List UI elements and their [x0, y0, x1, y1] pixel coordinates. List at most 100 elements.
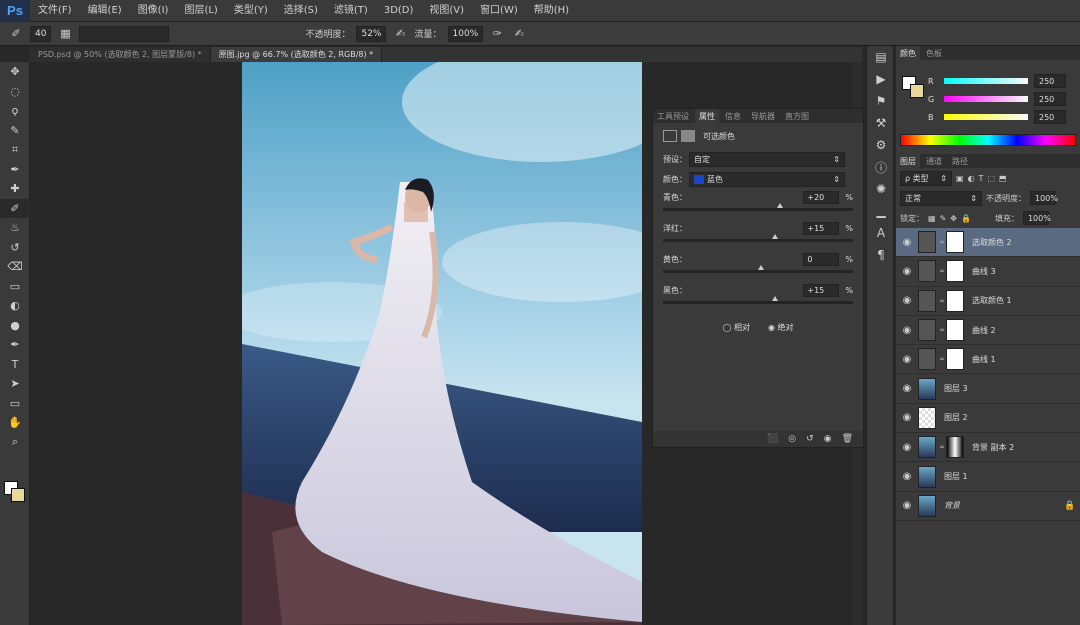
- slider-value-field[interactable]: +20: [803, 190, 840, 204]
- g-slider[interactable]: [944, 96, 1028, 102]
- tab-properties[interactable]: 属性: [695, 109, 719, 123]
- zoom-field[interactable]: 52%: [356, 25, 387, 42]
- visibility-eye-icon[interactable]: ◉: [896, 471, 918, 482]
- zoom-tool-icon[interactable]: ⌕: [0, 433, 30, 453]
- history-icon[interactable]: ▤: [867, 46, 895, 68]
- b-slider[interactable]: [944, 114, 1028, 120]
- move-tool-icon[interactable]: ✥: [0, 62, 30, 82]
- dodge-tool-icon[interactable]: ●: [0, 316, 30, 336]
- layer-row[interactable]: ◉ 图层 1: [896, 462, 1080, 492]
- tab-psd[interactable]: PSD.psd @ 50% (选取颜色 2, 图层蒙版/8) *: [30, 47, 211, 62]
- slider-value-field[interactable]: +15: [803, 221, 840, 235]
- clip-icon[interactable]: ⬛: [767, 434, 778, 444]
- filter-smart-icon[interactable]: ⬒: [999, 174, 1007, 183]
- layer-row[interactable]: ◉ 图层 2: [896, 404, 1080, 434]
- flow-field[interactable]: 100%: [447, 25, 484, 42]
- slider-thumb[interactable]: [777, 203, 783, 208]
- blend-dropdown[interactable]: 正常 ⇕: [900, 190, 982, 206]
- menu-image[interactable]: 图像(I): [130, 0, 177, 22]
- filter-adjust-icon[interactable]: ◐: [968, 174, 975, 183]
- r-slider[interactable]: [944, 78, 1028, 84]
- layer-row[interactable]: ◉ ∞ 选取颜色 1: [896, 287, 1080, 316]
- paragraph-icon[interactable]: ¶: [867, 244, 895, 266]
- blur-tool-icon[interactable]: ◐: [0, 296, 30, 316]
- visibility-eye-icon[interactable]: ◉: [896, 500, 918, 511]
- relative-radio[interactable]: ◯ 相对: [722, 322, 750, 333]
- marquee-tool-icon[interactable]: ◌: [0, 82, 30, 102]
- layer-row[interactable]: ◉ ∞ 背景 副本 2: [896, 433, 1080, 463]
- tab-paths[interactable]: 路径: [948, 154, 972, 168]
- brush-settings-icon[interactable]: ✺: [867, 178, 895, 200]
- visibility-eye-icon[interactable]: ◉: [896, 354, 918, 365]
- tab-navigator[interactable]: 导航器: [747, 109, 779, 123]
- lock-all-icon[interactable]: 🔒: [961, 214, 971, 223]
- slider-track[interactable]: [663, 296, 853, 304]
- layer-mask-thumb[interactable]: [946, 231, 964, 254]
- character-icon[interactable]: A: [867, 222, 895, 244]
- tab-layers[interactable]: 图层: [896, 154, 920, 168]
- color-bg-swatch[interactable]: [910, 84, 924, 98]
- trash-icon[interactable]: 🗑: [842, 434, 853, 444]
- lock-paint-icon[interactable]: ✎: [940, 214, 947, 223]
- document-image[interactable]: [242, 62, 642, 625]
- layer-row[interactable]: ◉ 图层 3: [896, 374, 1080, 404]
- tab-channels[interactable]: 通道: [922, 154, 946, 168]
- pen-tool-icon[interactable]: ✒: [0, 335, 30, 355]
- visibility-eye-icon[interactable]: ◉: [896, 325, 918, 336]
- type-tool-icon[interactable]: T: [0, 355, 30, 375]
- brush-tool-icon[interactable]: ✐: [0, 198, 30, 218]
- visibility-eye-icon[interactable]: ◉: [896, 383, 918, 394]
- slider-track[interactable]: [663, 234, 853, 242]
- reset-icon[interactable]: ↺: [806, 434, 814, 444]
- r-value[interactable]: 250: [1034, 74, 1066, 88]
- visibility-eye-icon[interactable]: ◉: [896, 442, 918, 453]
- brush-size-picker[interactable]: 40: [30, 25, 52, 42]
- slider-track[interactable]: [663, 203, 853, 211]
- filter-pixel-icon[interactable]: ▣: [956, 174, 964, 183]
- tab-histogram[interactable]: 直方图: [781, 109, 813, 123]
- slider-thumb[interactable]: [772, 296, 779, 301]
- layer-row[interactable]: ◉ ∞ 选取颜色 2: [896, 228, 1080, 258]
- tools-presets-icon[interactable]: ⚒: [867, 112, 895, 134]
- visibility-eye-icon[interactable]: ◉: [896, 412, 918, 423]
- path-select-tool-icon[interactable]: ➤: [0, 374, 30, 394]
- layer-mask-thumb[interactable]: [946, 319, 964, 342]
- background-color-swatch[interactable]: [11, 488, 25, 502]
- menu-type[interactable]: 类型(Y): [226, 0, 276, 22]
- pressure-opacity-icon[interactable]: ✍: [392, 26, 408, 42]
- layer-row[interactable]: ◉ ∞ 曲线 3: [896, 257, 1080, 287]
- view-previous-icon[interactable]: ◎: [788, 434, 796, 444]
- b-value[interactable]: 250: [1034, 110, 1066, 124]
- tab-swatches[interactable]: 色板: [922, 46, 946, 60]
- menu-layer[interactable]: 图层(L): [176, 0, 225, 22]
- slider-thumb[interactable]: [758, 265, 764, 270]
- crop-tool-icon[interactable]: ⌗: [0, 140, 30, 160]
- layer-comps-icon[interactable]: ⚑: [867, 90, 895, 112]
- pressure-size-icon[interactable]: ✍: [511, 26, 527, 42]
- mask-icon[interactable]: [681, 130, 695, 142]
- tab-color[interactable]: 颜色: [896, 46, 920, 60]
- layer-filter-dropdown[interactable]: ρ 类型 ⇕: [900, 170, 952, 186]
- layer-row[interactable]: ◉ 背景 🔒: [896, 492, 1080, 521]
- brush-tool-icon[interactable]: ✐: [8, 26, 24, 42]
- absolute-radio[interactable]: ◉ 绝对: [768, 322, 794, 333]
- g-value[interactable]: 250: [1034, 92, 1066, 106]
- menu-file[interactable]: 文件(F): [30, 0, 80, 22]
- layer-mask-thumb[interactable]: [946, 260, 964, 283]
- layer-mask-thumb[interactable]: [946, 436, 964, 459]
- tab-info[interactable]: 信息: [721, 109, 745, 123]
- tab-original-jpg[interactable]: 原图.jpg @ 66.7% (选取颜色 2, RGB/8) *: [210, 47, 383, 62]
- tab-tool-presets[interactable]: 工具预设: [653, 109, 693, 123]
- history-brush-tool-icon[interactable]: ↺: [0, 238, 30, 258]
- menu-edit[interactable]: 编辑(E): [80, 0, 130, 22]
- visibility-eye-icon[interactable]: ◉: [896, 266, 918, 277]
- gradient-tool-icon[interactable]: ▭: [0, 277, 30, 297]
- lasso-tool-icon[interactable]: ϙ: [0, 101, 30, 121]
- slider-thumb[interactable]: [772, 234, 779, 239]
- layer-mask-thumb[interactable]: [946, 348, 964, 371]
- lock-move-icon[interactable]: ✥: [950, 214, 957, 223]
- info-icon[interactable]: ⓘ: [867, 156, 895, 178]
- visibility-eye-icon[interactable]: ◉: [896, 237, 918, 248]
- lock-pixels-icon[interactable]: ▦: [928, 214, 936, 223]
- layer-fill-field[interactable]: 100%: [1022, 211, 1051, 225]
